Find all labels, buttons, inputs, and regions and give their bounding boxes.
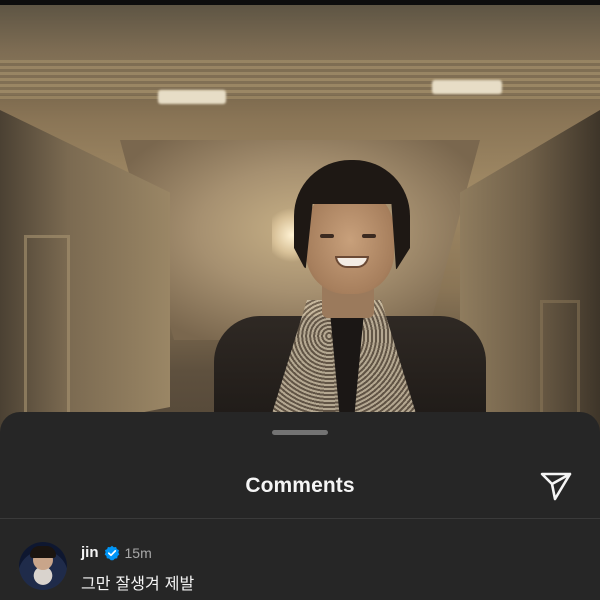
avatar[interactable] — [19, 542, 67, 590]
photo-person-eye — [362, 234, 376, 238]
comment-timestamp: 15m — [124, 544, 152, 561]
verified-badge-icon — [104, 545, 119, 560]
comment-item[interactable]: jin 15m 그만 잘생겨 제발 — [0, 538, 600, 600]
paper-plane-icon[interactable] — [538, 467, 574, 503]
comment-header: jin 15m — [81, 544, 152, 561]
sheet-title: Comments — [245, 474, 355, 497]
photo-door — [24, 235, 70, 415]
comments-sheet: Comments jin 15m 그만 잘생겨 제발 — [0, 412, 600, 600]
ceiling-light — [158, 90, 226, 104]
comment-username[interactable]: jin — [81, 544, 99, 561]
comment-text: 그만 잘생겨 제발 — [81, 574, 195, 593]
photo-molding — [0, 60, 600, 100]
divider — [0, 518, 600, 519]
photo-door — [540, 300, 580, 420]
ceiling-light — [432, 80, 502, 94]
photo-person-eye — [320, 234, 334, 238]
drag-handle[interactable] — [272, 430, 328, 435]
